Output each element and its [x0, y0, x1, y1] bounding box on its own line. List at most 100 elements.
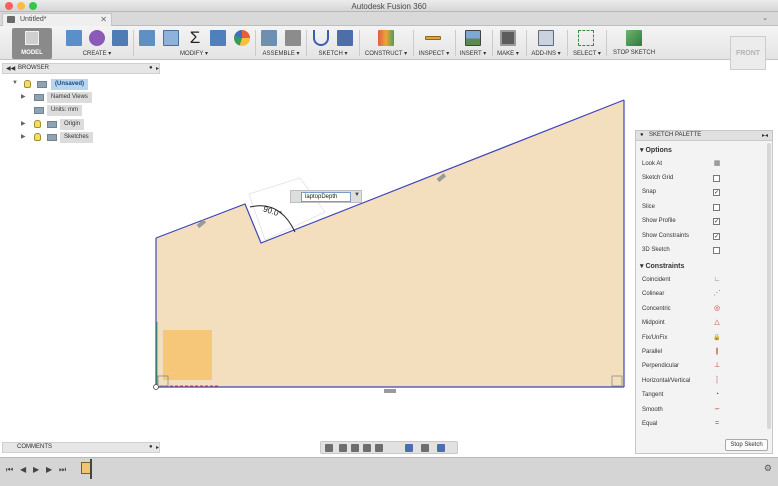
sketch-menu[interactable]: SKETCH ▾: [310, 50, 356, 57]
sketch-profile[interactable]: [156, 100, 624, 387]
workspace-switcher[interactable]: MODEL: [12, 28, 52, 59]
close-tab-icon[interactable]: ✕: [100, 15, 107, 24]
comments-header[interactable]: COMMENTS ● ▸: [2, 442, 160, 453]
smooth-icon[interactable]: ∽: [713, 406, 721, 414]
pan-icon[interactable]: [351, 444, 359, 452]
dimension-input[interactable]: laptopDepth: [301, 192, 351, 202]
orbit-icon[interactable]: [325, 444, 333, 452]
3d-sketch-checkbox[interactable]: [713, 247, 720, 254]
make-menu[interactable]: MAKE ▾: [494, 50, 522, 57]
constraint-smooth[interactable]: Smooth ∽: [642, 406, 720, 413]
extrude-icon[interactable]: [66, 30, 82, 46]
shell-icon[interactable]: [210, 30, 226, 46]
select-menu[interactable]: SELECT ▾: [570, 50, 604, 57]
inspect-menu[interactable]: INSPECT ▾: [416, 50, 452, 57]
browser-header[interactable]: ◀◀ BROWSER ● ▸: [2, 63, 160, 74]
expand-icon[interactable]: ▶: [21, 93, 26, 100]
create-menu[interactable]: CREATE ▾: [66, 50, 128, 57]
box-icon[interactable]: [112, 30, 128, 46]
assemble-menu[interactable]: ASSEMBLE ▾: [256, 50, 306, 57]
sketch-palette-header[interactable]: ● SKETCH PALETTE ▸◂: [636, 131, 772, 141]
palette-scrollbar[interactable]: [767, 143, 771, 429]
coincident-icon[interactable]: ∟: [713, 276, 721, 284]
perpendicular-icon[interactable]: ⊥: [713, 362, 721, 370]
3d-print-icon[interactable]: [500, 30, 516, 46]
construct-menu[interactable]: CONSTRUCT ▾: [362, 50, 410, 57]
panel-menu-icon[interactable]: ▸: [156, 65, 159, 72]
constraint-midpoint[interactable]: Midpoint △: [642, 319, 720, 326]
option-look-at[interactable]: Look At ▦: [642, 160, 720, 167]
constraint-equal[interactable]: Equal =: [642, 420, 719, 427]
show-profile-checkbox[interactable]: ✓: [713, 218, 720, 225]
tree-root-label[interactable]: (Unsaved): [51, 79, 89, 90]
tree-item-label[interactable]: Origin: [60, 119, 85, 130]
constraint-concentric[interactable]: Concentric ◎: [642, 305, 720, 312]
select-icon[interactable]: [578, 30, 594, 46]
look-at-icon[interactable]: ▦: [713, 160, 721, 168]
offset-plane-icon[interactable]: [378, 30, 394, 46]
expand-icon[interactable]: ▶: [21, 120, 26, 127]
constraint-tangent[interactable]: Tangent ◔: [642, 391, 719, 398]
chevron-down-icon[interactable]: ⌄: [762, 14, 768, 22]
grid-settings-icon[interactable]: [421, 444, 429, 452]
show-constraints-checkbox[interactable]: ✓: [713, 233, 720, 240]
tree-item-label[interactable]: Sketches: [60, 132, 93, 143]
panel-menu-icon[interactable]: ▸: [156, 444, 159, 451]
mirror-icon[interactable]: [337, 30, 353, 46]
option-show-profile[interactable]: Show Profile ✓: [642, 218, 720, 225]
visibility-bulb-icon[interactable]: [24, 80, 31, 88]
visibility-bulb-icon[interactable]: [34, 120, 41, 128]
appearance-icon[interactable]: [234, 30, 250, 46]
pin-icon[interactable]: ●: [640, 132, 644, 138]
stop-sketch-button[interactable]: STOP SKETCH: [610, 50, 658, 56]
slice-checkbox[interactable]: [713, 204, 720, 211]
tree-item-label[interactable]: Units: mm: [47, 105, 82, 116]
constraint-horizontal-vertical[interactable]: Horizontal/Vertical ┆: [642, 377, 719, 384]
constraint-colinear[interactable]: Colinear ⋰: [642, 290, 721, 297]
press-pull-icon[interactable]: [139, 30, 155, 46]
option-sketch-grid[interactable]: Sketch Grid: [642, 175, 720, 182]
display-settings-icon[interactable]: [405, 444, 413, 452]
horizontal-constraint-icon[interactable]: [384, 389, 396, 393]
lock-icon[interactable]: 🔒: [713, 334, 721, 342]
expand-icon[interactable]: ▶: [21, 133, 26, 140]
go-to-start-icon[interactable]: ⏮: [6, 465, 13, 475]
tree-item-sketches[interactable]: ▶ Sketches: [18, 132, 138, 143]
view-cube[interactable]: FRONT: [730, 36, 766, 70]
step-forward-icon[interactable]: ▶: [46, 465, 52, 474]
insert-menu[interactable]: INSERT ▾: [458, 50, 488, 57]
insert-image-icon[interactable]: [465, 30, 481, 46]
measure-icon[interactable]: [425, 36, 441, 40]
constraint-parallel[interactable]: Parallel ∥: [642, 348, 719, 355]
expand-icon[interactable]: ▼: [12, 80, 18, 86]
stop-sketch-icon[interactable]: [626, 30, 642, 46]
visibility-bulb-icon[interactable]: [34, 133, 41, 141]
pin-icon[interactable]: ●: [149, 65, 153, 71]
document-tab[interactable]: Untitled* ✕: [2, 13, 112, 26]
tree-item-origin[interactable]: ▶ Origin: [18, 119, 138, 130]
colinear-icon[interactable]: ⋰: [713, 290, 721, 298]
sketch-grid-checkbox[interactable]: [713, 175, 720, 182]
options-section-header[interactable]: ▾ Options: [640, 146, 672, 154]
snap-checkbox[interactable]: ✓: [713, 189, 720, 196]
look-at-icon[interactable]: [339, 444, 347, 452]
midpoint-icon[interactable]: △: [713, 319, 721, 327]
new-component-icon[interactable]: [261, 30, 277, 46]
scripts-icon[interactable]: [538, 30, 554, 46]
modify-menu[interactable]: MODIFY ▾: [163, 50, 225, 57]
tree-item-units[interactable]: Units: mm: [18, 105, 138, 116]
chevron-down-icon[interactable]: ▼: [354, 192, 360, 198]
constraint-coincident[interactable]: Coincident ∟: [642, 276, 720, 283]
option-slice[interactable]: Slice: [642, 204, 720, 211]
fit-icon[interactable]: [375, 444, 383, 452]
equal-icon[interactable]: =: [713, 420, 721, 428]
joint-icon[interactable]: [285, 30, 301, 46]
viewports-icon[interactable]: [437, 444, 445, 452]
gear-icon[interactable]: ⚙: [764, 463, 772, 474]
create-form-icon[interactable]: [89, 30, 105, 46]
create-sketch-icon[interactable]: [313, 30, 329, 46]
tree-root[interactable]: ▼ (Unsaved): [10, 79, 130, 90]
constraints-section-header[interactable]: ▾ Constraints: [640, 262, 684, 270]
step-back-icon[interactable]: ◀: [20, 465, 26, 474]
option-show-constraints[interactable]: Show Constraints ✓: [642, 233, 720, 240]
